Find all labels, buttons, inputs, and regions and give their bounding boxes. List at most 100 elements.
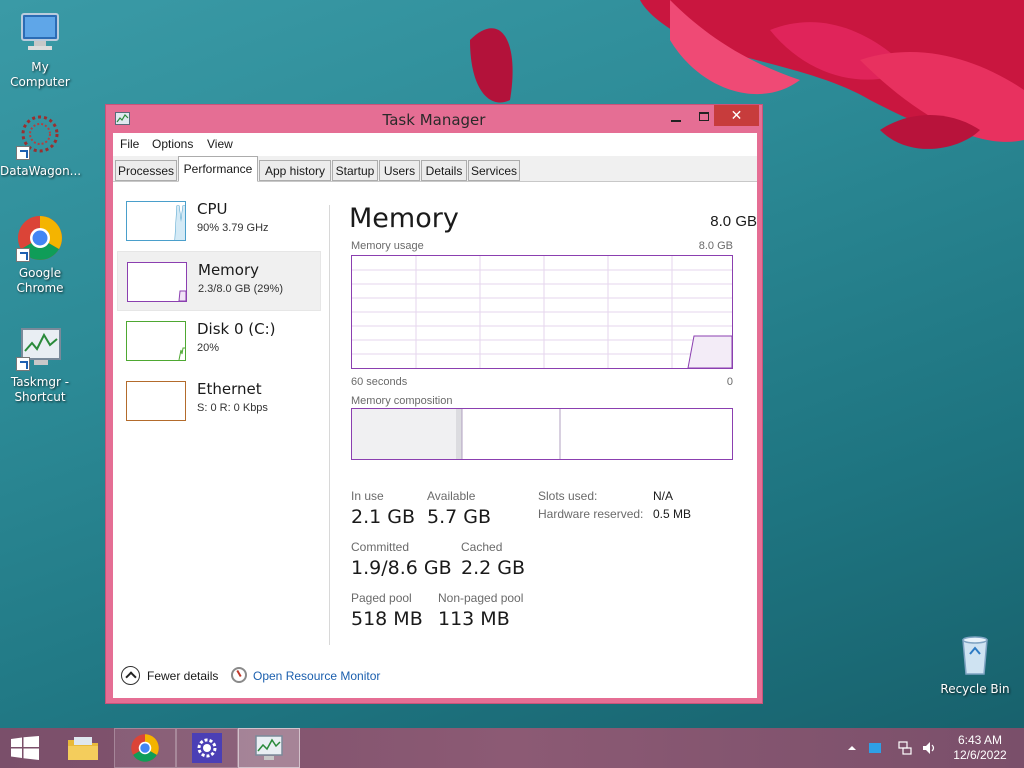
sidebar-item-label: Disk 0 (C:) <box>197 320 276 338</box>
title-bar[interactable]: Task Manager ✕ <box>106 105 762 133</box>
sidebar-item-label: CPU <box>197 200 228 218</box>
menu-options[interactable]: Options <box>152 137 193 151</box>
paged-pool-value: 518 MB <box>351 608 423 630</box>
chevron-up-icon <box>121 666 140 685</box>
volume-icon[interactable] <box>922 741 936 755</box>
gear-icon <box>192 733 222 763</box>
memory-composition-bar <box>351 408 733 460</box>
desktop-icon-label: Recycle Bin <box>940 682 1010 696</box>
menu-view[interactable]: View <box>207 137 233 151</box>
sidebar-item-detail: 90% 3.79 GHz <box>197 222 269 234</box>
slots-used-value: N/A <box>653 489 674 503</box>
tab-details[interactable]: Details <box>421 160 467 181</box>
minimize-button[interactable] <box>662 108 690 130</box>
hardware-reserved-value: 0.5 MB <box>653 507 692 521</box>
memory-usage-max: 8.0 GB <box>698 240 733 252</box>
tab-app-history[interactable]: App history <box>259 160 331 181</box>
paged-pool-label: Paged pool <box>351 591 412 605</box>
available-label: Available <box>427 489 476 503</box>
desktop-icon-my-computer[interactable]: My Computer <box>0 8 80 90</box>
desktop-icon-label: DataWagon... <box>0 164 82 178</box>
menu-bar: File Options View <box>113 133 757 155</box>
committed-label: Committed <box>351 540 410 554</box>
taskbar: 6:43 AM 12/6/2022 <box>0 728 1024 768</box>
sidebar-item-disk[interactable]: Disk 0 (C:) 20% <box>117 311 321 371</box>
minimize-icon <box>671 120 681 122</box>
datawagon-icon <box>16 112 64 160</box>
shortcut-arrow-icon <box>16 357 30 371</box>
window-client: File Options View Processes Performance … <box>113 133 757 698</box>
non-paged-pool-label: Non-paged pool <box>438 591 524 605</box>
shortcut-arrow-icon <box>16 248 30 262</box>
folder-icon <box>68 737 98 760</box>
desktop-icon-taskmgr-shortcut[interactable]: Taskmgr - Shortcut <box>0 323 80 405</box>
shortcut-arrow-icon <box>16 146 30 160</box>
chrome-icon <box>16 214 64 262</box>
desktop-icon-label: Google Chrome <box>16 266 64 295</box>
task-manager-icon <box>255 735 283 760</box>
maximize-icon <box>699 112 709 121</box>
windows-logo-icon <box>11 736 39 760</box>
open-resource-monitor-link[interactable]: Open Resource Monitor <box>253 669 380 683</box>
tray-clock[interactable]: 6:43 AM 12/6/2022 <box>945 733 1015 763</box>
taskbar-settings[interactable] <box>176 728 238 768</box>
in-use-label: In use <box>351 489 384 503</box>
tab-strip: Processes Performance App history Startu… <box>113 156 757 182</box>
chrome-icon <box>131 734 159 762</box>
resource-monitor-icon <box>231 667 247 683</box>
sidebar-item-detail: 20% <box>197 342 220 354</box>
taskbar-file-explorer[interactable] <box>52 728 114 768</box>
slots-used-label: Slots used: <box>538 489 598 503</box>
memory-thumbnail-graph <box>127 262 187 302</box>
tab-startup[interactable]: Startup <box>332 160 378 181</box>
page-title: Memory <box>349 203 459 234</box>
sidebar-item-cpu[interactable]: CPU 90% 3.79 GHz <box>117 191 321 251</box>
fewer-details-label: Fewer details <box>147 669 219 683</box>
tab-performance[interactable]: Performance <box>178 156 258 182</box>
tab-users[interactable]: Users <box>379 160 420 181</box>
sidebar-item-label: Memory <box>198 261 260 279</box>
tray-app-icon[interactable] <box>868 741 882 755</box>
sidebar-item-label: Ethernet <box>197 380 262 398</box>
sidebar-item-memory[interactable]: Memory 2.3/8.0 GB (29%) <box>117 251 321 311</box>
desktop-icon-label: Taskmgr - Shortcut <box>10 375 70 404</box>
show-hidden-icons-icon[interactable] <box>845 741 859 755</box>
disk-thumbnail-graph <box>126 321 186 361</box>
cached-value: 2.2 GB <box>461 557 526 579</box>
start-button[interactable] <box>0 728 50 768</box>
desktop-icon-recycle-bin[interactable]: Recycle Bin <box>935 630 1015 697</box>
panel-divider <box>329 205 330 645</box>
sidebar-item-detail: 2.3/8.0 GB (29%) <box>198 283 283 295</box>
memory-usage-graph <box>351 255 733 369</box>
hardware-reserved-label: Hardware reserved: <box>538 507 644 521</box>
graph-axis-left-label: 60 seconds <box>351 376 408 388</box>
sidebar-item-ethernet[interactable]: Ethernet S: 0 R: 0 Kbps <box>117 371 321 431</box>
memory-usage-label: Memory usage <box>351 240 424 252</box>
desktop-icon-google-chrome[interactable]: Google Chrome <box>0 214 80 296</box>
network-icon[interactable] <box>898 741 912 755</box>
tab-processes[interactable]: Processes <box>115 160 177 181</box>
tab-services[interactable]: Services <box>468 160 520 181</box>
tray-time: 6:43 AM <box>957 733 1003 747</box>
non-paged-pool-value: 113 MB <box>438 608 510 630</box>
graph-axis-right-label: 0 <box>726 376 733 388</box>
task-manager-window: Task Manager ✕ File Options View Process… <box>105 104 763 704</box>
close-button[interactable]: ✕ <box>714 105 759 126</box>
ethernet-thumbnail-graph <box>126 381 186 421</box>
cpu-thumbnail-graph <box>126 201 186 241</box>
close-icon: ✕ <box>730 107 743 123</box>
tray-date: 12/6/2022 <box>953 748 1007 762</box>
in-use-value: 2.1 GB <box>351 506 416 528</box>
sidebar-item-detail: S: 0 R: 0 Kbps <box>197 402 268 414</box>
taskbar-task-manager[interactable] <box>238 728 300 768</box>
available-value: 5.7 GB <box>427 506 492 528</box>
memory-composition-label: Memory composition <box>351 395 453 407</box>
memory-total: 8.0 GB <box>710 213 757 230</box>
menu-file[interactable]: File <box>120 137 139 151</box>
computer-icon <box>16 8 64 56</box>
taskbar-chrome[interactable] <box>114 728 176 768</box>
committed-value: 1.9/8.6 GB <box>351 557 452 579</box>
desktop-icon-datawagon[interactable]: DataWagon... <box>0 112 82 179</box>
desktop-icon-label: My Computer <box>10 60 70 89</box>
cached-label: Cached <box>461 540 503 554</box>
